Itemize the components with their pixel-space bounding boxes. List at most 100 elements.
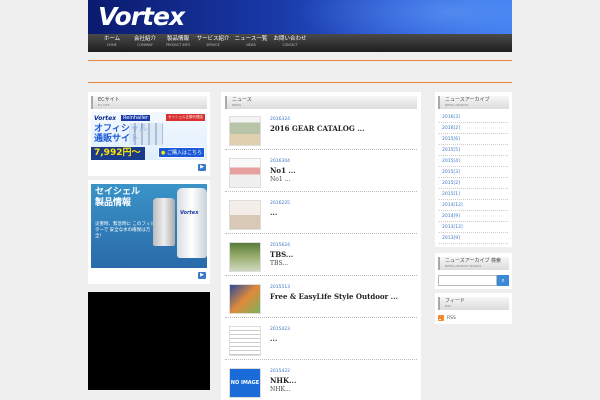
news-item[interactable]: 2015423 ... — [225, 323, 417, 360]
news-item[interactable]: NO IMAGE 2015422 NHK... NHK... — [225, 365, 417, 400]
news-date: 2015513 — [270, 285, 291, 290]
official-shop-banner[interactable]: Vortex Reinhaller セイシェル正規代理店 オフィシャル 通販サイ… — [91, 112, 207, 160]
bottle-image — [177, 188, 207, 258]
buy-button[interactable]: ご購入はこちら — [158, 147, 205, 158]
news-thumbnail[interactable] — [229, 116, 261, 146]
nav-product-label: 製品情報 — [166, 36, 189, 42]
archive-widget: ニュースアーカイブ NEWS ARCHIVE 2016[3] 2016[2] 2… — [435, 92, 512, 247]
nav-news-label: ニュース一覧 — [234, 36, 268, 42]
news-thumbnail[interactable] — [229, 242, 261, 272]
nav-news[interactable]: ニュース一覧 NEWS — [232, 34, 270, 52]
news-item[interactable]: 2015513 Free & EasyLife Style Outdoor ..… — [225, 281, 417, 318]
archive-link[interactable]: 2016[2] — [439, 123, 508, 134]
right-sidebar: ニュースアーカイブ NEWS ARCHIVE 2016[3] 2016[2] 2… — [435, 92, 512, 400]
rss-label: RSS — [447, 315, 456, 321]
news-subtitle: NEWS — [232, 103, 242, 107]
archive-link[interactable]: 2015[3] — [439, 167, 508, 178]
nav-company[interactable]: 会社紹介 COMPANY — [129, 34, 161, 52]
left-sidebar: ECサイト EC SITE Vortex Reinhaller セイシェル正規代… — [88, 92, 210, 400]
product-banner-desc: 災害時、緊急時に このフィルターで 安全な水の確保は万全! — [95, 222, 155, 239]
nav-company-sub: COMPANY — [137, 43, 153, 47]
news-link[interactable]: TBS... — [270, 250, 293, 259]
news-thumbnail[interactable] — [229, 326, 261, 356]
feed-heading: フィード RSS — [438, 297, 509, 310]
archive-list: 2016[3] 2016[2] 2015[6] 2015[5] 2015[4] … — [438, 109, 509, 244]
archive-link[interactable]: 2015[5] — [439, 145, 508, 156]
news-link[interactable]: ... — [270, 208, 277, 217]
archive-heading: ニュースアーカイブ NEWS ARCHIVE — [438, 96, 509, 109]
archive-link[interactable]: 2013[12] — [439, 222, 508, 233]
banner-brand: Vortex — [94, 115, 117, 122]
product-info-widget: セイシェル 製品情報 災害時、緊急時に このフィルターで 安全な水の確保は万全!… — [88, 180, 210, 284]
rss-icon — [438, 315, 444, 321]
news-date: 2016304 — [270, 159, 291, 164]
news-date: 2016225 — [270, 201, 291, 206]
product-banner-title-line1: セイシェル — [95, 187, 141, 197]
archive-search-widget: ニュースアーカイブ 検索 NEWS ARCHIVE SEARCH ⌕ — [435, 253, 512, 289]
news-date: 2015423 — [270, 327, 291, 332]
archive-search-subtitle: NEWS ARCHIVE SEARCH — [445, 264, 482, 268]
news-date: 2015422 — [270, 369, 291, 374]
page: Vortex ホーム HOME 会社紹介 COMPANY 製品情報 PRODUC… — [0, 0, 600, 400]
nav-service-label: サービス紹介 — [196, 36, 230, 42]
news-link[interactable]: No1 ... — [270, 166, 296, 175]
arrow-row: ▶ — [91, 271, 207, 281]
video-embed[interactable] — [88, 292, 210, 390]
divider-line — [88, 82, 512, 83]
banner-brand-sub: Reinhaller — [121, 115, 151, 121]
news-item[interactable]: 2016225 ... — [225, 197, 417, 234]
archive-search-heading: ニュースアーカイブ 検索 NEWS ARCHIVE SEARCH — [438, 257, 509, 270]
nav-product[interactable]: 製品情報 PRODUCT INFO — [162, 34, 194, 52]
search-input[interactable] — [438, 275, 497, 286]
banner-badge: セイシェル正規代理店 — [166, 114, 205, 121]
news-thumbnail[interactable] — [229, 158, 261, 188]
news-date: 2015624 — [270, 243, 291, 248]
news-link[interactable]: Free & EasyLife Style Outdoor ... — [270, 292, 398, 301]
ec-site-subtitle: EC SITE — [98, 103, 110, 107]
news-column: ニュース NEWS 2016324 2016 GEAR CATALOG ... … — [221, 92, 421, 400]
archive-link[interactable]: 2015[2] — [439, 178, 508, 189]
nav-product-sub: PRODUCT INFO — [165, 43, 191, 47]
news-date: 2016324 — [270, 117, 291, 122]
rss-link[interactable]: RSS — [438, 315, 509, 321]
archive-link[interactable]: 2016[3] — [439, 112, 508, 123]
header-banner: Vortex — [88, 0, 512, 34]
nav-service[interactable]: サービス紹介 SERVICE — [195, 34, 231, 52]
news-excerpt: NHK... — [270, 386, 291, 393]
archive-link[interactable]: 2014[12] — [439, 200, 508, 211]
nav-company-label: 会社紹介 — [133, 36, 156, 42]
nav-home-sub: HOME — [107, 43, 117, 47]
canister-image — [153, 198, 175, 246]
news-excerpt: TBS... — [270, 260, 289, 267]
news-item[interactable]: 2016324 2016 GEAR CATALOG ... — [225, 113, 417, 150]
archive-link[interactable]: 2015[4] — [439, 156, 508, 167]
feed-widget: フィード RSS RSS — [435, 293, 512, 324]
nav-contact[interactable]: お問い合わせ CONTACT — [271, 34, 309, 52]
feed-subtitle: RSS — [445, 304, 451, 308]
ec-site-widget: ECサイト EC SITE Vortex Reinhaller セイシェル正規代… — [88, 92, 210, 176]
nav-home[interactable]: ホーム HOME — [96, 34, 128, 52]
archive-link[interactable]: 2014[9] — [439, 211, 508, 222]
archive-link[interactable]: 2015[1] — [439, 189, 508, 200]
news-thumbnail[interactable] — [229, 284, 261, 314]
search-row: ⌕ — [438, 275, 509, 286]
arrow-right-icon[interactable]: ▶ — [198, 164, 206, 171]
news-link[interactable]: ... — [270, 334, 277, 343]
arrow-right-icon[interactable]: ▶ — [198, 272, 206, 279]
divider-line — [88, 60, 512, 61]
news-item[interactable]: 2015624 TBS... TBS... — [225, 239, 417, 276]
archive-subtitle: NEWS ARCHIVE — [445, 103, 469, 107]
news-link[interactable]: NHK... — [270, 376, 296, 385]
vortex-logo[interactable]: Vortex — [98, 2, 185, 31]
news-thumbnail[interactable]: NO IMAGE — [229, 368, 261, 398]
search-icon[interactable]: ⌕ — [497, 275, 509, 286]
archive-link[interactable]: 2013[9] — [439, 233, 508, 244]
banner-price: 7,992円〜 — [91, 147, 145, 160]
no-image-label: NO IMAGE — [230, 380, 260, 386]
product-info-banner[interactable]: セイシェル 製品情報 災害時、緊急時に このフィルターで 安全な水の確保は万全! — [91, 184, 207, 268]
news-thumbnail[interactable] — [229, 200, 261, 230]
news-item[interactable]: 2016304 No1 ... No1 ... — [225, 155, 417, 192]
news-link[interactable]: 2016 GEAR CATALOG ... — [270, 124, 365, 133]
widget-heading: ECサイト EC SITE — [91, 96, 207, 109]
archive-link[interactable]: 2015[6] — [439, 134, 508, 145]
